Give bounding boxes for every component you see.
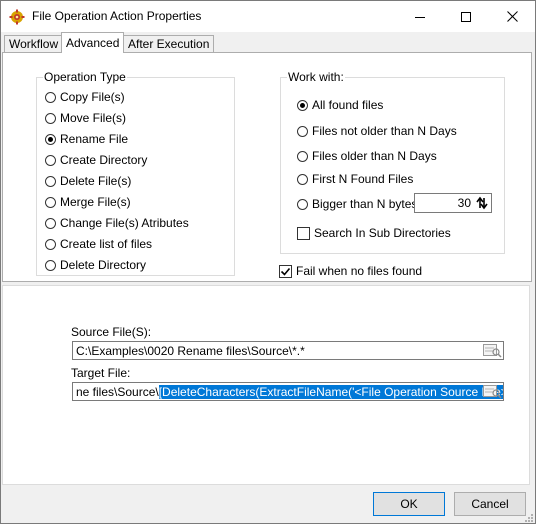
title-bar[interactable]: File Operation Action Properties <box>1 1 535 32</box>
target-browse-button[interactable] <box>482 384 502 399</box>
radio-label: Create list of files <box>60 237 153 251</box>
minimize-button[interactable] <box>397 1 443 32</box>
radio-all-found-files[interactable]: All found files <box>297 97 383 113</box>
checkbox-label: Search In Sub Directories <box>314 226 451 240</box>
browse-icon <box>483 344 502 358</box>
radio-delete-files[interactable]: Delete File(s) <box>45 173 131 189</box>
maximize-icon <box>461 11 471 22</box>
radio-indicator[interactable] <box>45 196 56 208</box>
radio-delete-directory[interactable]: Delete Directory <box>45 257 146 273</box>
radio-indicator[interactable] <box>297 173 308 185</box>
source-files-input[interactable]: C:\Examples\0020 Rename files\Source\*.* <box>72 341 504 360</box>
target-value-text: ne files\Source\ <box>76 385 159 399</box>
radio-indicator[interactable] <box>297 198 308 210</box>
maximize-button[interactable] <box>443 1 489 32</box>
radio-label: Merge File(s) <box>60 195 131 209</box>
resize-grip-icon[interactable] <box>523 511 533 522</box>
radio-label: Bigger than N bytes <box>312 197 418 211</box>
radio-indicator[interactable] <box>45 112 56 124</box>
radio-create-list[interactable]: Create list of files <box>45 236 152 252</box>
radio-label: Files older than N Days <box>312 149 437 163</box>
radio-label: Delete Directory <box>60 258 147 272</box>
radio-label: First N Found Files <box>312 172 414 186</box>
radio-indicator[interactable] <box>297 99 308 111</box>
radio-indicator[interactable] <box>45 133 56 145</box>
cancel-button[interactable]: Cancel <box>454 492 526 516</box>
radio-label: All found files <box>312 98 384 112</box>
spinner-updown-button[interactable] <box>474 195 490 211</box>
app-gear-icon <box>9 9 25 25</box>
close-icon <box>506 11 518 22</box>
dialog-window: File Operation Action Properties Workflo… <box>0 0 536 524</box>
checkbox-indicator[interactable] <box>297 226 310 240</box>
radio-change-attributes[interactable]: Change File(s) Atributes <box>45 215 189 231</box>
radio-label: Delete File(s) <box>60 174 132 188</box>
checkmark-icon <box>280 267 291 276</box>
radio-bigger-than-n-bytes[interactable]: Bigger than N bytes <box>297 196 417 212</box>
radio-move-files[interactable]: Move File(s) <box>45 110 126 126</box>
operation-type-legend: Operation Type <box>43 70 127 84</box>
source-files-label: Source File(S): <box>71 325 152 339</box>
source-files-value[interactable]: C:\Examples\0020 Rename files\Source\*.* <box>76 344 305 358</box>
radio-label: Change File(s) Atributes <box>60 216 189 230</box>
radio-label: Copy File(s) <box>60 90 125 104</box>
tab-after-execution[interactable]: After Execution <box>123 35 215 52</box>
radio-older-than-n-days[interactable]: Files older than N Days <box>297 148 437 164</box>
target-file-value[interactable]: ne files\Source\[DeleteCharacters(Extrac… <box>76 385 503 399</box>
checkbox-fail-when-no-files[interactable]: Fail when no files found <box>279 263 422 279</box>
advanced-tab-panel: Operation Type Copy File(s) Move File(s)… <box>2 52 532 282</box>
radio-label: Move File(s) <box>60 111 127 125</box>
radio-label: Files not older than N Days <box>312 124 457 138</box>
radio-label: Rename File <box>60 132 129 146</box>
radio-merge-files[interactable]: Merge File(s) <box>45 194 131 210</box>
radio-first-n-found-files[interactable]: First N Found Files <box>297 171 413 187</box>
radio-not-older-than-n-days[interactable]: Files not older than N Days <box>297 123 457 139</box>
operation-type-group: Operation Type Copy File(s) Move File(s)… <box>36 70 235 276</box>
target-file-input[interactable]: ne files\Source\[DeleteCharacters(Extrac… <box>72 382 504 401</box>
close-button[interactable] <box>489 1 535 32</box>
file-paths-panel: Source File(S): C:\Examples\0020 Rename … <box>2 285 530 485</box>
radio-rename-file[interactable]: Rename File <box>45 131 128 147</box>
n-value-spinner[interactable]: 30 <box>414 193 492 213</box>
radio-indicator[interactable] <box>45 154 56 166</box>
checkbox-indicator[interactable] <box>279 264 292 278</box>
radio-create-directory[interactable]: Create Directory <box>45 152 147 168</box>
tab-workflow[interactable]: Workflow <box>4 35 64 52</box>
browse-icon <box>483 385 502 399</box>
radio-indicator[interactable] <box>45 217 56 229</box>
work-with-group: Work with: All found files Files not old… <box>280 70 505 254</box>
radio-indicator[interactable] <box>45 259 56 271</box>
radio-indicator[interactable] <box>297 125 308 137</box>
ok-button[interactable]: OK <box>373 492 445 516</box>
tab-advanced[interactable]: Advanced <box>61 32 125 53</box>
source-browse-button[interactable] <box>482 343 502 358</box>
minimize-icon <box>415 16 425 18</box>
radio-copy-files[interactable]: Copy File(s) <box>45 89 125 105</box>
radio-indicator[interactable] <box>45 91 56 103</box>
window-title: File Operation Action Properties <box>32 9 202 23</box>
work-with-legend: Work with: <box>287 70 345 84</box>
updown-arrows-icon <box>476 196 488 210</box>
radio-label: Create Directory <box>60 153 148 167</box>
checkbox-search-subdirectories[interactable]: Search In Sub Directories <box>297 225 451 241</box>
target-value-selected-text: [DeleteCharacters(ExtractFileName('<File… <box>158 385 503 399</box>
radio-indicator[interactable] <box>297 150 308 162</box>
checkbox-label: Fail when no files found <box>296 264 423 278</box>
target-file-label: Target File: <box>71 366 131 380</box>
n-value[interactable]: 30 <box>458 196 471 210</box>
radio-indicator[interactable] <box>45 238 56 250</box>
tab-strip: Workflow Advanced After Execution <box>1 32 535 53</box>
radio-indicator[interactable] <box>45 175 56 187</box>
